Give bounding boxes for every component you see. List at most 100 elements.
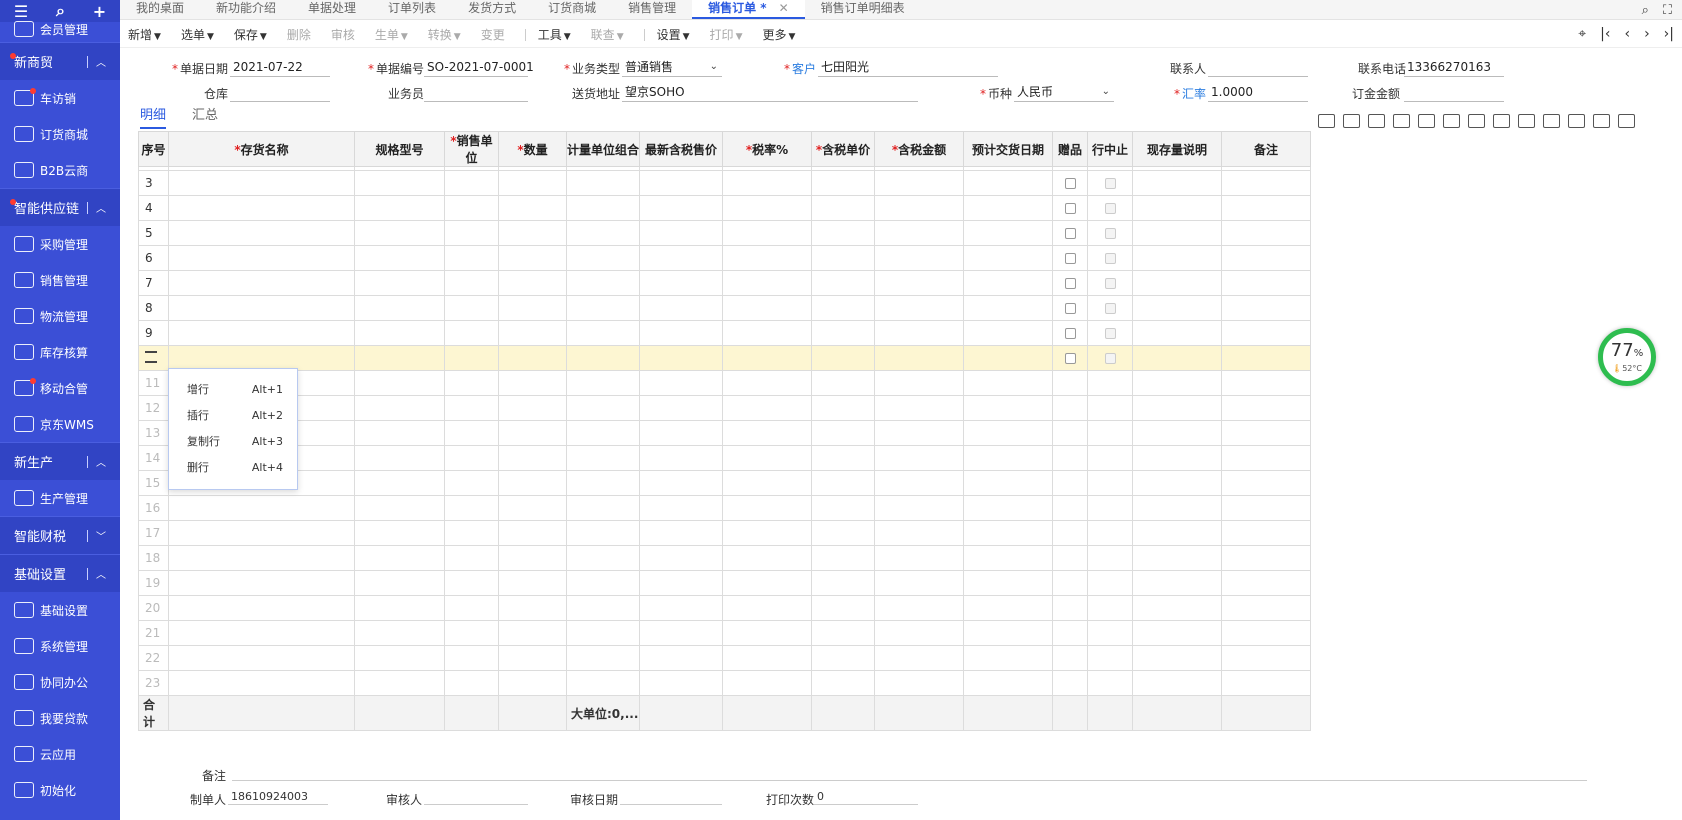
- table-cell[interactable]: [874, 220, 964, 246]
- table-cell[interactable]: [444, 245, 499, 271]
- table-cell[interactable]: [566, 520, 640, 546]
- close-icon[interactable]: ✕: [779, 1, 789, 15]
- table-cell[interactable]: [811, 395, 875, 421]
- table-row[interactable]: [138, 345, 1311, 371]
- table-row[interactable]: 11: [138, 370, 1311, 396]
- table-cell[interactable]: [354, 395, 445, 421]
- table-cell[interactable]: [566, 470, 640, 496]
- table-cell[interactable]: [354, 370, 445, 396]
- table-cell[interactable]: [639, 195, 723, 221]
- table-cell[interactable]: [722, 195, 812, 221]
- row-stop-checkbox-cell[interactable]: [1087, 320, 1133, 346]
- gift-checkbox[interactable]: [1064, 328, 1076, 339]
- table-cell[interactable]: [963, 395, 1053, 421]
- table-cell[interactable]: [498, 470, 567, 496]
- table-cell[interactable]: [639, 445, 723, 471]
- table-cell[interactable]: [811, 645, 875, 671]
- chart-icon[interactable]: [1518, 114, 1535, 128]
- code-field[interactable]: SO-2021-07-0001: [424, 59, 534, 77]
- gift-checkbox-cell[interactable]: [1052, 245, 1088, 271]
- table-cell[interactable]: [639, 545, 723, 571]
- table-cell[interactable]: [354, 470, 445, 496]
- table-cell[interactable]: [444, 420, 499, 446]
- table-cell[interactable]: [444, 270, 499, 296]
- column-header[interactable]: *存货名称: [168, 131, 355, 167]
- column-header[interactable]: 序号: [138, 131, 169, 167]
- table-cell[interactable]: [874, 570, 964, 596]
- table-cell[interactable]: [444, 645, 499, 671]
- table-cell[interactable]: [498, 345, 567, 371]
- table-cell[interactable]: [566, 645, 640, 671]
- table-cell[interactable]: [811, 670, 875, 696]
- tab-1[interactable]: 新功能介绍: [200, 0, 292, 19]
- table-cell[interactable]: [1132, 470, 1222, 496]
- gift-checkbox[interactable]: [1064, 253, 1076, 264]
- table-cell[interactable]: [963, 245, 1053, 271]
- table-cell[interactable]: [354, 520, 445, 546]
- table-cell[interactable]: [639, 495, 723, 521]
- table-cell[interactable]: [354, 195, 445, 221]
- row-stop-checkbox-cell[interactable]: [1087, 395, 1133, 421]
- table-cell[interactable]: [168, 270, 355, 296]
- prev-record-icon[interactable]: ‹: [1624, 26, 1630, 42]
- table-cell[interactable]: [498, 620, 567, 646]
- table-cell[interactable]: [1221, 370, 1311, 396]
- table-cell[interactable]: [874, 645, 964, 671]
- table-cell[interactable]: [1221, 270, 1311, 296]
- table-cell[interactable]: [168, 545, 355, 571]
- table-cell[interactable]: [722, 570, 812, 596]
- table-cell[interactable]: [963, 670, 1053, 696]
- table-cell[interactable]: [1221, 245, 1311, 271]
- toolbar-button[interactable]: 工具 ▼: [538, 26, 571, 43]
- row-stop-checkbox-cell[interactable]: [1087, 445, 1133, 471]
- remark-field[interactable]: [232, 765, 1587, 781]
- table-cell[interactable]: [354, 670, 445, 696]
- sidebar-item[interactable]: 初始化: [0, 772, 120, 808]
- chevron-up-icon[interactable]: ︿: [96, 54, 106, 69]
- table-cell[interactable]: [168, 495, 355, 521]
- table-cell[interactable]: [963, 345, 1053, 371]
- gift-checkbox[interactable]: [1064, 228, 1076, 239]
- table-cell[interactable]: [498, 320, 567, 346]
- chevron-up-icon[interactable]: ︿: [96, 566, 106, 581]
- gift-checkbox-cell[interactable]: [1052, 170, 1088, 196]
- table-cell[interactable]: [1132, 245, 1222, 271]
- table-cell[interactable]: [963, 545, 1053, 571]
- table-cell[interactable]: [1132, 670, 1222, 696]
- table-cell[interactable]: [963, 470, 1053, 496]
- row-stop-checkbox-cell[interactable]: [1087, 545, 1133, 571]
- toolbar-button[interactable]: 新增 ▼: [128, 26, 161, 43]
- chevron-down-icon[interactable]: ﹀: [96, 528, 106, 543]
- table-row[interactable]: 7: [138, 270, 1311, 296]
- gift-checkbox-cell[interactable]: [1052, 520, 1088, 546]
- table-cell[interactable]: [566, 320, 640, 346]
- table-cell[interactable]: [1132, 220, 1222, 246]
- table-cell[interactable]: [444, 470, 499, 496]
- table-row[interactable]: 13: [138, 420, 1311, 446]
- table-cell[interactable]: [566, 170, 640, 196]
- table-cell[interactable]: [874, 370, 964, 396]
- sidebar-item[interactable]: 销售管理: [0, 262, 120, 298]
- table-cell[interactable]: [722, 645, 812, 671]
- tab-0[interactable]: 我的桌面: [120, 0, 200, 19]
- split-icon[interactable]: [1493, 114, 1510, 128]
- table-row[interactable]: 14: [138, 445, 1311, 471]
- row-stop-checkbox-cell[interactable]: [1087, 370, 1133, 396]
- gift-checkbox[interactable]: [1064, 203, 1076, 214]
- table-cell[interactable]: [811, 420, 875, 446]
- table-cell[interactable]: [1221, 670, 1311, 696]
- table-cell[interactable]: [1132, 320, 1222, 346]
- date-field[interactable]: 2021-07-22: [230, 59, 330, 77]
- sidebar-item-member[interactable]: 会员管理: [0, 16, 120, 42]
- table-cell[interactable]: [354, 445, 445, 471]
- gift-checkbox-cell[interactable]: [1052, 470, 1088, 496]
- biztype-select[interactable]: 普通销售 ⌄: [622, 59, 722, 77]
- table-cell[interactable]: [354, 595, 445, 621]
- last-record-icon[interactable]: ›|: [1664, 26, 1674, 42]
- table-cell[interactable]: [566, 345, 640, 371]
- subtab[interactable]: 汇总: [192, 104, 218, 129]
- table-cell[interactable]: [444, 495, 499, 521]
- table-cell[interactable]: [722, 495, 812, 521]
- table-cell[interactable]: [811, 470, 875, 496]
- sidebar-item[interactable]: 订货商城: [0, 116, 120, 152]
